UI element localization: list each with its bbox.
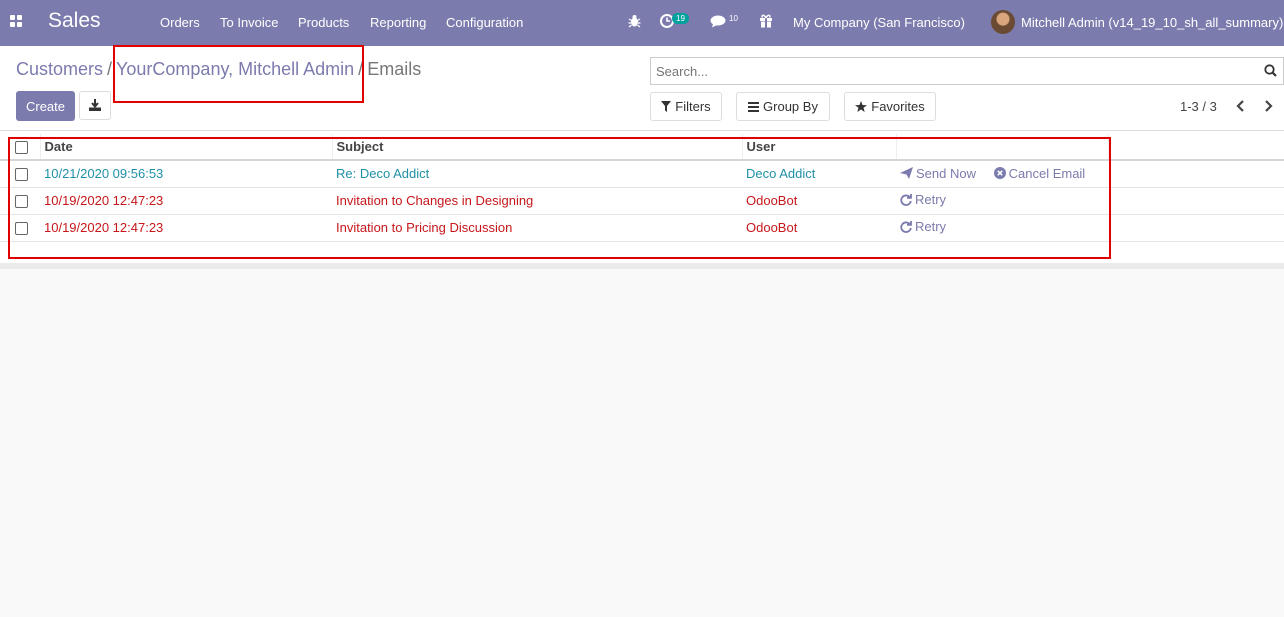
breadcrumb-current: Emails — [367, 59, 422, 79]
row-date: 10/19/2020 12:47:23 — [40, 214, 332, 242]
table-header: Date Subject User — [0, 134, 1284, 161]
row-date: 10/21/2020 09:56:53 — [40, 160, 332, 188]
retry-button[interactable]: Retry — [900, 219, 946, 234]
group-by-label: Group By — [763, 99, 818, 114]
menu-configuration[interactable]: Configuration — [446, 15, 523, 30]
list-view: Date Subject User 10/21/2020 09:56:53 Re… — [0, 131, 1284, 269]
cancel-circle-icon — [993, 167, 1006, 179]
control-panel: Customers / YourCompany, Mitchell Admin / Em… — [0, 46, 1284, 131]
search-bar — [650, 57, 1284, 85]
send-now-button[interactable]: Send Now — [900, 166, 976, 181]
top-navbar: Sales Orders To Invoice Products Reporti… — [0, 0, 1284, 46]
search-input[interactable] — [651, 58, 1251, 84]
debug-bug-icon[interactable] — [628, 14, 641, 31]
messages-chat-icon[interactable] — [710, 15, 726, 31]
row-select-cell — [0, 160, 40, 188]
activity-count-badge: 19 — [672, 13, 689, 24]
filter-funnel-icon — [661, 101, 672, 112]
row-filler — [1108, 160, 1284, 188]
row-actions: Retry — [896, 187, 1108, 215]
row-select-cell — [0, 214, 40, 242]
row-checkbox[interactable] — [15, 195, 28, 209]
pager-next-icon[interactable] — [1262, 99, 1274, 113]
send-now-label: Send Now — [916, 165, 976, 181]
row-subject: Invitation to Pricing Discussion — [332, 214, 742, 242]
user-menu[interactable]: Mitchell Admin (v14_19_10_sh_all_summary… — [1021, 15, 1283, 30]
star-icon — [855, 101, 868, 112]
retry-arrow-icon — [900, 220, 912, 233]
row-subject: Invitation to Changes in Designing — [332, 187, 742, 215]
select-all-cell — [0, 134, 40, 161]
paper-plane-icon — [900, 167, 913, 179]
download-icon — [89, 99, 101, 111]
email-table: Date Subject User 10/21/2020 09:56:53 Re… — [0, 134, 1284, 242]
retry-label: Retry — [915, 219, 947, 235]
cancel-email-label: Cancel Email — [1008, 165, 1086, 181]
user-avatar[interactable] — [991, 10, 1015, 34]
row-filler — [1108, 214, 1284, 242]
filters-label: Filters — [675, 99, 711, 114]
table-row[interactable]: 10/21/2020 09:56:53 Re: Deco Addict Deco… — [0, 160, 1284, 188]
row-select-cell — [0, 187, 40, 215]
favorites-label: Favorites — [871, 99, 925, 114]
search-icon[interactable] — [1264, 64, 1277, 77]
row-checkbox[interactable] — [15, 168, 28, 182]
row-actions: Retry — [896, 214, 1108, 242]
column-filler — [1107, 134, 1284, 161]
column-actions — [895, 134, 1108, 161]
row-user: OdooBot — [742, 214, 896, 242]
breadcrumb: Customers / YourCompany, Mitchell Admin / Em… — [16, 59, 421, 80]
row-subject: Re: Deco Addict — [332, 160, 742, 188]
row-actions: Send Now Cancel Email — [896, 160, 1108, 188]
apps-menu-icon[interactable] — [10, 15, 23, 28]
table-row[interactable]: 10/19/2020 12:47:23 Invitation to Pricin… — [0, 214, 1284, 242]
column-user[interactable]: User — [741, 134, 896, 161]
app-name[interactable]: Sales — [48, 9, 101, 33]
retry-button[interactable]: Retry — [900, 192, 946, 207]
gift-icon[interactable] — [759, 13, 773, 31]
menu-products[interactable]: Products — [298, 15, 349, 30]
create-button[interactable]: Create — [16, 91, 75, 121]
row-user: Deco Addict — [742, 160, 896, 188]
menu-to-invoice[interactable]: To Invoice — [220, 15, 279, 30]
breadcrumb-partner[interactable]: YourCompany, Mitchell Admin — [116, 59, 354, 79]
company-switcher[interactable]: My Company (San Francisco) — [793, 15, 965, 30]
pager-value[interactable]: 1-3 / 3 — [1180, 99, 1217, 114]
row-date: 10/19/2020 12:47:23 — [40, 187, 332, 215]
favorites-button[interactable]: Favorites — [844, 92, 936, 121]
breadcrumb-customers[interactable]: Customers — [16, 59, 103, 79]
row-checkbox[interactable] — [15, 222, 28, 236]
pager-previous-icon[interactable] — [1235, 99, 1247, 113]
row-filler — [1108, 187, 1284, 215]
list-bars-icon — [748, 101, 760, 112]
select-all-checkbox[interactable] — [15, 141, 28, 155]
breadcrumb-separator: / — [358, 59, 364, 79]
group-by-button[interactable]: Group By — [736, 92, 830, 121]
column-date[interactable]: Date — [39, 134, 332, 161]
menu-orders[interactable]: Orders — [160, 15, 200, 30]
cancel-email-button[interactable]: Cancel Email — [993, 165, 1086, 181]
row-user: OdooBot — [742, 187, 896, 215]
menu-reporting[interactable]: Reporting — [370, 15, 426, 30]
retry-arrow-icon — [900, 193, 912, 206]
breadcrumb-separator: / — [107, 59, 113, 79]
filters-button[interactable]: Filters — [650, 92, 722, 121]
column-subject[interactable]: Subject — [331, 134, 742, 161]
table-row[interactable]: 10/19/2020 12:47:23 Invitation to Change… — [0, 187, 1284, 215]
retry-label: Retry — [915, 192, 947, 208]
message-count-badge: 10 — [729, 14, 738, 23]
export-button[interactable] — [79, 91, 111, 120]
